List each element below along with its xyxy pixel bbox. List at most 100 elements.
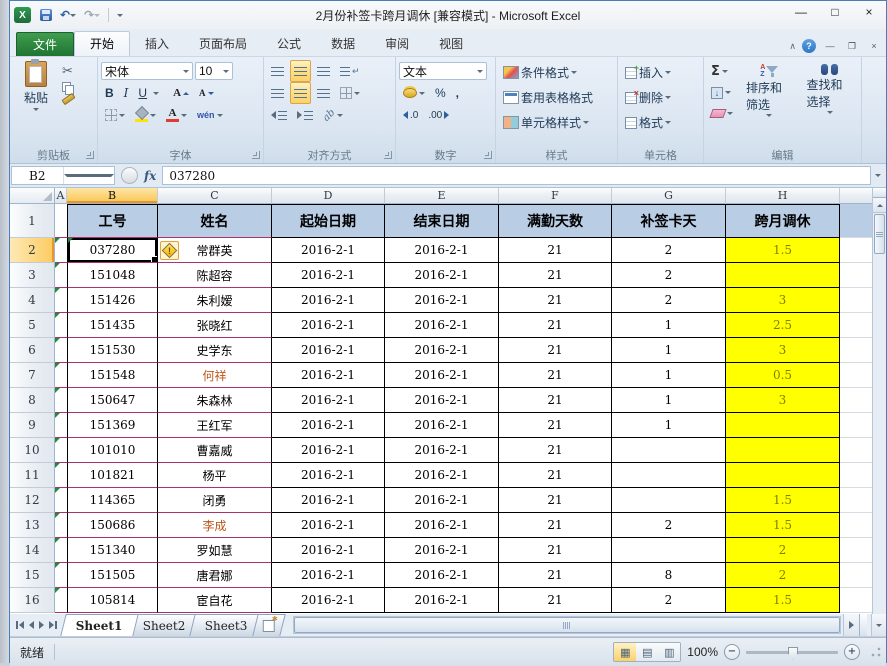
align-left-button[interactable] [267,82,288,104]
shrink-font-button[interactable]: A [195,82,218,104]
cell-D9[interactable]: 2016-2-1 [272,413,385,438]
align-bottom-button[interactable] [313,60,334,82]
column-header-A[interactable]: A [55,188,67,204]
cell-B1[interactable]: 工号 [67,204,158,238]
cell-G5[interactable]: 1 [612,313,726,338]
italic-button[interactable]: I [120,82,133,104]
cell-H1[interactable]: 跨月调休 [726,204,840,238]
cell-partial-3[interactable] [840,263,873,288]
resize-grip[interactable] [870,646,882,658]
cell-B7[interactable]: 151548 [67,363,158,388]
cell-H8[interactable]: 3 [726,388,840,413]
cell-partial-12[interactable] [840,488,873,513]
cell-partial-4[interactable] [840,288,873,313]
cell-D15[interactable]: 2016-2-1 [272,563,385,588]
scroll-down-icon[interactable] [871,614,886,636]
cell-partial-14[interactable] [840,538,873,563]
row-header-2[interactable]: 2 [10,238,55,263]
cell-H15[interactable]: 2 [726,563,840,588]
row-header-9[interactable]: 9 [10,413,55,438]
font-size-combo[interactable]: 10 [195,62,233,80]
cell-partial-6[interactable] [840,338,873,363]
cell-D7[interactable]: 2016-2-1 [272,363,385,388]
first-sheet-button[interactable] [16,621,24,629]
tab-file[interactable]: 文件 [16,32,74,56]
clear-button[interactable] [707,104,737,123]
cell-D13[interactable]: 2016-2-1 [272,513,385,538]
row-header-13[interactable]: 13 [10,513,55,538]
cell-A14[interactable] [55,538,67,563]
cell-E14[interactable]: 2016-2-1 [385,538,499,563]
customize-qat-button[interactable] [115,7,125,24]
row-header-7[interactable]: 7 [10,363,55,388]
cell-E8[interactable]: 2016-2-1 [385,388,499,413]
cell-G9[interactable]: 1 [612,413,726,438]
cell-A5[interactable] [55,313,67,338]
cell-B14[interactable]: 151340 [67,538,158,563]
cell-H11[interactable] [726,463,840,488]
cell-partial-2[interactable] [840,238,873,263]
vertical-scrollbar[interactable] [872,188,886,614]
help-icon[interactable]: ? [802,39,816,53]
cell-styles-button[interactable]: 单元格样式 [499,112,593,134]
cut-icon[interactable]: ✂ [62,63,75,79]
cell-B2[interactable]: 037280 [67,238,158,263]
zoom-level-label[interactable]: 100% [687,645,718,659]
cell-E6[interactable]: 2016-2-1 [385,338,499,363]
cell-G7[interactable]: 1 [612,363,726,388]
cell-G11[interactable] [612,463,726,488]
expand-formula-bar-icon[interactable] [871,174,885,177]
scroll-right-icon[interactable] [843,614,859,636]
cell-G3[interactable]: 2 [612,263,726,288]
cell-partial-15[interactable] [840,563,873,588]
cell-D6[interactable]: 2016-2-1 [272,338,385,363]
cell-G14[interactable] [612,538,726,563]
cell-G16[interactable]: 2 [612,588,726,613]
cell-A1[interactable] [55,204,67,238]
cell-D16[interactable]: 2016-2-1 [272,588,385,613]
cell-H13[interactable]: 1.5 [726,513,840,538]
close-button[interactable]: × [852,1,886,23]
phonetic-guide-button[interactable]: wén [193,104,227,126]
cell-E7[interactable]: 2016-2-1 [385,363,499,388]
align-middle-button[interactable] [290,60,311,82]
cell-E11[interactable]: 2016-2-1 [385,463,499,488]
cell-G12[interactable] [612,488,726,513]
maximize-button[interactable]: □ [818,1,852,23]
redo-button[interactable]: ↷ [82,7,102,24]
paste-button[interactable]: 粘贴 [13,60,59,112]
tab-formulas[interactable]: 公式 [262,32,316,56]
cell-E12[interactable]: 2016-2-1 [385,488,499,513]
orientation-button[interactable]: ab [319,104,347,126]
cell-F15[interactable]: 21 [499,563,612,588]
cell-A10[interactable] [55,438,67,463]
column-header-E[interactable]: E [385,188,499,204]
column-header-H[interactable]: H [726,188,840,204]
cell-F10[interactable]: 21 [499,438,612,463]
cell-C13[interactable]: 李成 [158,513,272,538]
zoom-in-button[interactable]: + [844,644,860,660]
cell-C5[interactable]: 张晓红 [158,313,272,338]
cell-D2[interactable]: 2016-2-1 [272,238,385,263]
sheet-tab-sheet1[interactable]: Sheet1 [60,614,138,636]
formula-input[interactable]: 037280 [162,166,871,185]
prev-sheet-button[interactable] [29,621,34,629]
cell-partial-7[interactable] [840,363,873,388]
name-box-dropdown[interactable] [63,167,115,184]
undo-button[interactable]: ↶ [58,7,78,24]
cell-C12[interactable]: 闭勇 [158,488,272,513]
hscroll-split-handle[interactable] [859,614,867,636]
zoom-out-button[interactable]: − [724,644,740,660]
cell-C7[interactable]: 何祥 [158,363,272,388]
cell-E1[interactable]: 结束日期 [385,204,499,238]
merge-center-button[interactable] [336,82,364,104]
font-family-combo[interactable]: 宋体 [101,62,193,80]
next-sheet-button[interactable] [39,621,44,629]
find-select-button[interactable]: 查找和选择 [802,60,859,123]
insert-cells-button[interactable]: + 插入 [621,62,675,84]
tab-review[interactable]: 审阅 [370,32,424,56]
row-header-6[interactable]: 6 [10,338,55,363]
cell-E5[interactable]: 2016-2-1 [385,313,499,338]
cell-A9[interactable] [55,413,67,438]
cell-A2[interactable] [55,238,67,263]
